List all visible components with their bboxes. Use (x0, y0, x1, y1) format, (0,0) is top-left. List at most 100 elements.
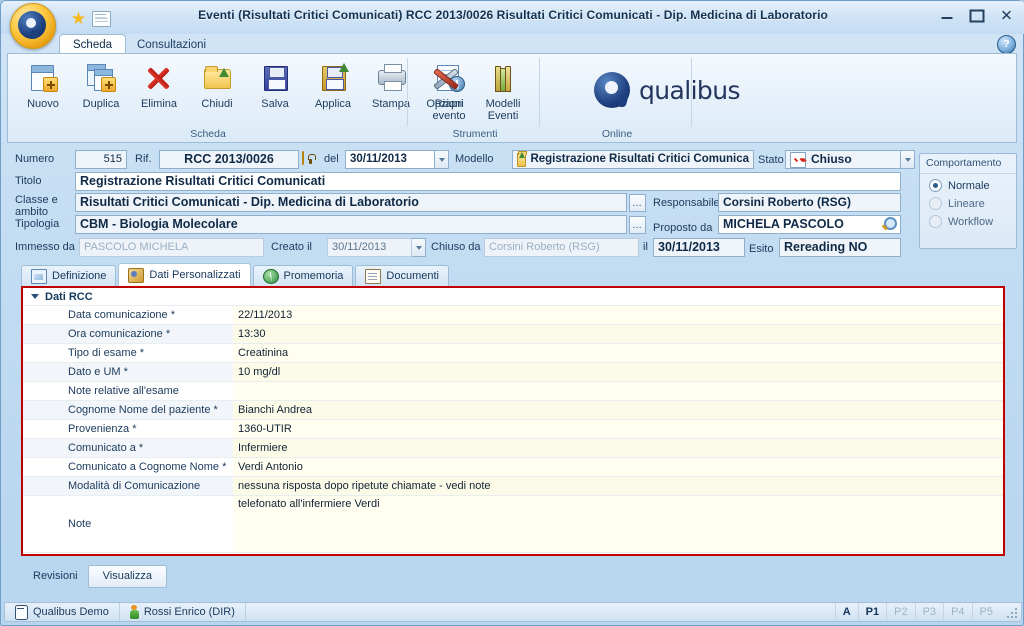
status-indicators: A P1 P2 P3 P4 P5 (834, 603, 1021, 621)
behavior-option-workflow-label: Workflow (948, 215, 994, 228)
modello-field[interactable]: Registrazione Risultati Critici Comunica (512, 150, 754, 169)
table-row[interactable]: Data comunicazione * 22/11/2013 (23, 306, 1003, 325)
del-label: del (324, 153, 339, 165)
table-row[interactable]: Provenienza * 1360-UTIR (23, 420, 1003, 439)
table-row[interactable]: Ora comunicazione * 13:30 (23, 325, 1003, 344)
titolo-field[interactable]: Registrazione Risultati Critici Comunica… (75, 172, 901, 191)
creato-il-dropdown[interactable] (412, 238, 426, 257)
row-value[interactable] (233, 382, 1003, 400)
il-date-field[interactable]: 30/11/2013 (653, 238, 745, 257)
status-indicator-p4[interactable]: P4 (943, 603, 971, 621)
modello-value: Registrazione Risultati Critici Comunica (530, 153, 749, 165)
visualizza-button[interactable]: Visualizza (87, 564, 167, 588)
table-row[interactable]: Comunicato a * Infermiere (23, 439, 1003, 458)
ribbon-button-opzioni[interactable]: Opzioni (416, 58, 474, 116)
classe-ambito-field[interactable]: Risultati Critici Comunicati - Dip. Medi… (75, 193, 627, 212)
proposto-da-field[interactable]: MICHELA PASCOLO (718, 215, 901, 234)
status-user[interactable]: Rossi Enrico (DIR) (120, 603, 246, 621)
ribbon-button-chiudi[interactable]: Chiudi (188, 58, 246, 116)
rif-field[interactable]: RCC 2013/0026 (159, 150, 299, 169)
table-row[interactable]: Comunicato a Cognome Nome * Verdi Antoni… (23, 458, 1003, 477)
stato-label: Stato (758, 154, 784, 166)
close-button[interactable]: ✕ (996, 7, 1017, 24)
resize-grip-icon[interactable] (1004, 605, 1018, 619)
table-row-note[interactable]: Note telefonato all'infermiere Verdi (23, 496, 1003, 553)
row-value[interactable]: nessuna risposta dopo ripetute chiamate … (233, 477, 1003, 495)
grid-section-header[interactable]: Dati RCC (23, 288, 1003, 306)
stato-dropdown[interactable] (901, 150, 915, 169)
ribbon-tab-scheda-label: Scheda (73, 39, 113, 51)
numero-field[interactable]: 515 (75, 150, 127, 169)
classe-ambito-picker-button[interactable]: … (629, 194, 646, 212)
row-value[interactable]: telefonato all'infermiere Verdi (233, 496, 1003, 553)
status-indicator-p2[interactable]: P2 (886, 603, 914, 621)
custom-data-grid[interactable]: Dati RCC Data comunicazione * 22/11/2013… (21, 286, 1005, 556)
grid-scroll-area[interactable]: Dati RCC Data comunicazione * 22/11/2013… (23, 288, 1003, 554)
ribbon-button-modelli-eventi[interactable]: Modelli Eventi (474, 58, 532, 122)
responsabile-field[interactable]: Corsini Roberto (RSG) (718, 193, 901, 212)
tipologia-field[interactable]: CBM - Biologia Molecolare (75, 215, 627, 234)
row-label: Data comunicazione * (23, 306, 233, 324)
ribbon-tab-scheda[interactable]: Scheda (59, 34, 127, 55)
row-value[interactable]: 13:30 (233, 325, 1003, 343)
status-indicator-p1[interactable]: P1 (857, 603, 886, 621)
magnifier-icon[interactable] (881, 217, 897, 232)
status-indicator-p5[interactable]: P5 (971, 603, 1000, 621)
behavior-option-lineare[interactable]: Lineare (920, 192, 1016, 210)
event-form: Numero 515 Rif. RCC 2013/0026 del 30/11/… (7, 147, 1017, 591)
table-row[interactable]: Note relative all'esame (23, 382, 1003, 401)
behavior-option-workflow[interactable]: Workflow (920, 210, 1016, 228)
help-button[interactable]: ? (997, 35, 1016, 54)
ribbon-button-applica[interactable]: Applica (304, 58, 362, 116)
minimize-icon (941, 17, 952, 19)
stato-field[interactable]: Chiuso (785, 150, 901, 169)
status-indicator-p3[interactable]: P3 (914, 603, 943, 621)
definition-icon (31, 268, 47, 284)
ribbon-button-duplica[interactable]: Duplica (72, 58, 130, 116)
lock-button[interactable] (302, 151, 304, 165)
qualibus-logo[interactable]: qualibus (594, 72, 740, 108)
row-label: Provenienza * (23, 420, 233, 438)
tipologia-picker-button[interactable]: … (629, 216, 646, 234)
behavior-panel: Comportamento Normale Lineare Workflow (919, 153, 1017, 249)
tab-definizione[interactable]: Definizione (21, 265, 117, 286)
table-row[interactable]: Modalità di Comunicazione nessuna rispos… (23, 477, 1003, 496)
behavior-option-normale-label: Normale (948, 179, 990, 192)
documents-icon (365, 268, 382, 284)
ribbon-button-elimina-label: Elimina (140, 98, 178, 110)
table-row[interactable]: Tipo di esame * Creatinina (23, 344, 1003, 363)
creato-il-label: Creato il (271, 241, 312, 253)
table-row[interactable]: Cognome Nome del paziente * Bianchi Andr… (23, 401, 1003, 420)
status-database[interactable]: Qualibus Demo (5, 603, 120, 621)
maximize-button[interactable] (966, 7, 987, 24)
status-indicator-a[interactable]: A (834, 603, 858, 621)
del-date-field[interactable]: 30/11/2013 (345, 150, 435, 169)
row-value[interactable]: 22/11/2013 (233, 306, 1003, 324)
tab-dati-personalizzati[interactable]: Dati Personalizzati (118, 263, 251, 286)
tab-promemoria[interactable]: Promemoria (252, 265, 354, 286)
ribbon: Nuovo Duplica Elimina Chiudi Salva Appli… (7, 53, 1017, 143)
esito-field[interactable]: Rereading NO (779, 238, 901, 257)
del-date-dropdown[interactable] (435, 150, 449, 169)
row-value[interactable]: Verdi Antonio (233, 458, 1003, 476)
row-value[interactable]: 10 mg/dl (233, 363, 1003, 381)
ribbon-button-elimina[interactable]: Elimina (130, 58, 188, 116)
revisions-label: Revisioni (33, 570, 78, 582)
ribbon-button-salva[interactable]: Salva (246, 58, 304, 116)
minimize-button[interactable] (936, 7, 957, 24)
table-row[interactable]: Dato e UM * 10 mg/dl (23, 363, 1003, 382)
row-value[interactable]: Infermiere (233, 439, 1003, 457)
behavior-option-normale[interactable]: Normale (920, 174, 1016, 192)
row-value[interactable]: Creatinina (233, 344, 1003, 362)
row-value[interactable]: Bianchi Andrea (233, 401, 1003, 419)
lock-icon (302, 151, 304, 165)
tab-documenti[interactable]: Documenti (355, 265, 449, 286)
row-label: Note relative all'esame (23, 382, 233, 400)
row-value[interactable]: 1360-UTIR (233, 420, 1003, 438)
ribbon-tab-consultazioni[interactable]: Consultazioni (123, 34, 220, 55)
grid-section-title: Dati RCC (45, 290, 93, 303)
ribbon-button-nuovo[interactable]: Nuovo (14, 58, 72, 116)
chevron-down-icon[interactable] (31, 293, 39, 301)
ribbon-tab-consultazioni-label: Consultazioni (137, 39, 207, 51)
delete-x-icon (143, 62, 175, 94)
